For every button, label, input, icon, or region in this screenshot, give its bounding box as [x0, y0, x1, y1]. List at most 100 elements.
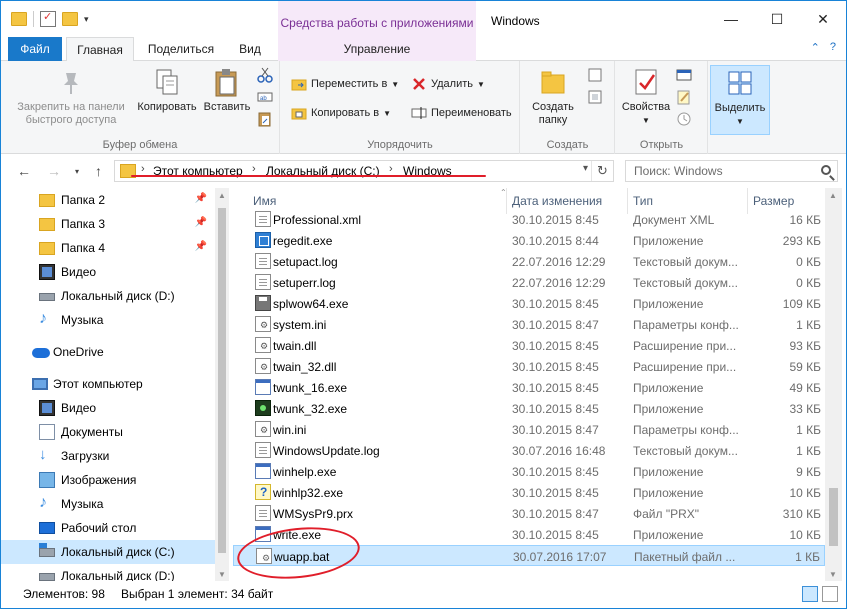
file-type: Файл "PRX": [633, 507, 700, 521]
easy-access-icon[interactable]: [587, 89, 603, 108]
scroll-up-icon[interactable]: ▲: [218, 191, 226, 200]
close-button[interactable]: ✕: [800, 1, 846, 37]
nav-item-desktop[interactable]: Рабочий стол: [1, 516, 215, 540]
maximize-button[interactable]: ☐: [754, 1, 800, 37]
file-type: Документ XML: [633, 213, 715, 227]
scroll-down-icon[interactable]: ▼: [218, 570, 226, 579]
clipboard-group: Закрепить на панели быстрого доступа Коп…: [1, 61, 280, 154]
file-row[interactable]: win.ini 30.10.2015 8:47 Параметры конф..…: [233, 419, 825, 440]
nav-item-label: Документы: [61, 425, 123, 439]
nav-item-downloads[interactable]: ↓ Загрузки: [1, 444, 215, 468]
help-icon[interactable]: ?: [830, 41, 836, 54]
forward-arrow-icon[interactable]: →: [47, 163, 61, 179]
open-icon[interactable]: [676, 67, 692, 86]
new-folder-button[interactable]: Создать папку: [525, 67, 581, 127]
file-row[interactable]: winhelp.exe 30.10.2015 8:45 Приложение 9…: [233, 461, 825, 482]
copy-button[interactable]: Копировать: [132, 67, 202, 114]
breadcrumb-separator-icon[interactable]: ›: [252, 163, 256, 175]
properties-button[interactable]: Свойства ▼: [618, 67, 674, 127]
file-row[interactable]: twunk_16.exe 30.10.2015 8:45 Приложение …: [233, 377, 825, 398]
file-row[interactable]: twain_32.dll 30.10.2015 8:45 Расширение …: [233, 356, 825, 377]
pin-icon[interactable]: 📌: [195, 241, 207, 252]
back-arrow-icon[interactable]: ←: [17, 163, 31, 179]
nav-item-folder-3[interactable]: Папка 3 📌: [1, 212, 215, 236]
details-view-icon[interactable]: [802, 586, 818, 602]
move-to-button[interactable]: Переместить в ▼: [291, 74, 399, 94]
file-list-scrollbar[interactable]: ▲ ▼: [825, 188, 842, 581]
nav-scrollbar[interactable]: ▲ ▼: [215, 188, 229, 581]
cut-icon[interactable]: [257, 67, 273, 86]
tab-file[interactable]: Файл: [8, 37, 62, 61]
file-row[interactable]: write.exe 30.10.2015 8:45 Приложение 10 …: [233, 524, 825, 545]
ribbon-collapse-icon[interactable]: ⌃: [811, 41, 820, 54]
new-item-icon[interactable]: [587, 67, 603, 86]
nav-item-folder-4[interactable]: Папка 4 📌: [1, 236, 215, 260]
pin-icon[interactable]: 📌: [195, 217, 207, 228]
tab-manage[interactable]: Управление: [278, 37, 476, 61]
search-box[interactable]: Поиск: Windows: [625, 160, 838, 182]
breadcrumb-separator-icon[interactable]: ›: [141, 163, 145, 175]
nav-item-pictures[interactable]: Изображения: [1, 468, 215, 492]
nav-item-music[interactable]: ♪ Музыка: [1, 308, 215, 332]
qat-customize-icon[interactable]: ▾: [84, 14, 89, 25]
file-row[interactable]: setupact.log 22.07.2016 12:29 Текстовый …: [233, 251, 825, 272]
column-date[interactable]: Дата изменения: [512, 194, 602, 208]
tab-home[interactable]: Главная: [66, 37, 134, 62]
nav-item-music[interactable]: ♪ Музыка: [1, 492, 215, 516]
nav-item-onedrive[interactable]: OneDrive: [1, 340, 215, 364]
paste-shortcut-icon[interactable]: [257, 111, 273, 130]
address-bar[interactable]: › Этот компьютер › Локальный диск (C:) ›…: [114, 160, 614, 182]
file-row[interactable]: WMSysPr9.prx 30.10.2015 8:47 Файл "PRX" …: [233, 503, 825, 524]
file-row-selected[interactable]: wuapp.bat 30.07.2016 17:07 Пакетный файл…: [233, 545, 825, 566]
file-row[interactable]: Professional.xml 30.10.2015 8:45 Докумен…: [233, 209, 825, 230]
tab-view[interactable]: Вид: [229, 37, 271, 61]
pin-quick-access-button[interactable]: Закрепить на панели быстрого доступа: [9, 67, 133, 127]
scroll-up-icon[interactable]: ▲: [829, 191, 837, 200]
properties-icon[interactable]: [40, 10, 56, 27]
cloud-icon: [32, 348, 50, 358]
breadcrumb-separator-icon[interactable]: ›: [389, 163, 393, 175]
file-row[interactable]: splwow64.exe 30.10.2015 8:45 Приложение …: [233, 293, 825, 314]
file-row[interactable]: system.ini 30.10.2015 8:47 Параметры кон…: [233, 314, 825, 335]
nav-item-documents[interactable]: Документы: [1, 420, 215, 444]
nav-item-disk-d[interactable]: Локальный диск (D:): [1, 564, 215, 581]
file-row[interactable]: WindowsUpdate.log 30.07.2016 16:48 Текст…: [233, 440, 825, 461]
column-type[interactable]: Тип: [633, 194, 653, 208]
pin-icon[interactable]: 📌: [195, 193, 207, 204]
file-row[interactable]: twunk_32.exe 30.10.2015 8:45 Приложение …: [233, 398, 825, 419]
chevron-down-icon: ▼: [383, 108, 392, 118]
paste-button[interactable]: Вставить: [200, 67, 254, 114]
refresh-icon[interactable]: ↻: [591, 161, 613, 181]
file-row[interactable]: regedit.exe 30.10.2015 8:44 Приложение 2…: [233, 230, 825, 251]
scroll-down-icon[interactable]: ▼: [829, 570, 837, 579]
column-name[interactable]: Имя: [253, 194, 276, 208]
up-arrow-icon[interactable]: ↑: [95, 163, 102, 179]
nav-item-video[interactable]: Видео: [1, 396, 215, 420]
nav-item-disk-d[interactable]: Локальный диск (D:): [1, 284, 215, 308]
nav-item-folder-2[interactable]: Папка 2 📌: [1, 188, 215, 212]
file-row[interactable]: winhlp32.exe 30.10.2015 8:45 Приложение …: [233, 482, 825, 503]
edit-icon[interactable]: [676, 89, 692, 108]
file-row[interactable]: setuperr.log 22.07.2016 12:29 Текстовый …: [233, 272, 825, 293]
minimize-button[interactable]: —: [708, 1, 754, 37]
recent-locations-icon[interactable]: ▾: [75, 167, 79, 176]
nav-item-disk-c[interactable]: Локальный диск (C:): [1, 540, 215, 564]
column-size[interactable]: Размер: [753, 194, 794, 208]
delete-button[interactable]: Удалить ▼: [411, 74, 485, 94]
nav-scroll-thumb[interactable]: [218, 208, 226, 553]
tab-share[interactable]: Поделиться: [141, 37, 221, 61]
file-row[interactable]: twain.dll 30.10.2015 8:45 Расширение при…: [233, 335, 825, 356]
file-size: 0 КБ: [796, 255, 821, 269]
copy-to-button[interactable]: Копировать в ▼: [291, 103, 391, 123]
history-icon[interactable]: [676, 111, 692, 130]
nav-item-video[interactable]: Видео: [1, 260, 215, 284]
copy-path-icon[interactable]: ab: [257, 89, 273, 108]
rename-button[interactable]: Переименовать: [411, 103, 512, 123]
address-dropdown-icon[interactable]: ▾: [583, 163, 588, 174]
new-folder-icon[interactable]: [62, 12, 78, 26]
large-icons-view-icon[interactable]: [822, 586, 838, 602]
select-button[interactable]: Выделить ▼: [710, 65, 770, 135]
folder-icon[interactable]: [11, 12, 27, 26]
file-list-scroll-thumb[interactable]: [829, 488, 838, 546]
nav-item-this-pc[interactable]: Этот компьютер: [1, 372, 215, 396]
